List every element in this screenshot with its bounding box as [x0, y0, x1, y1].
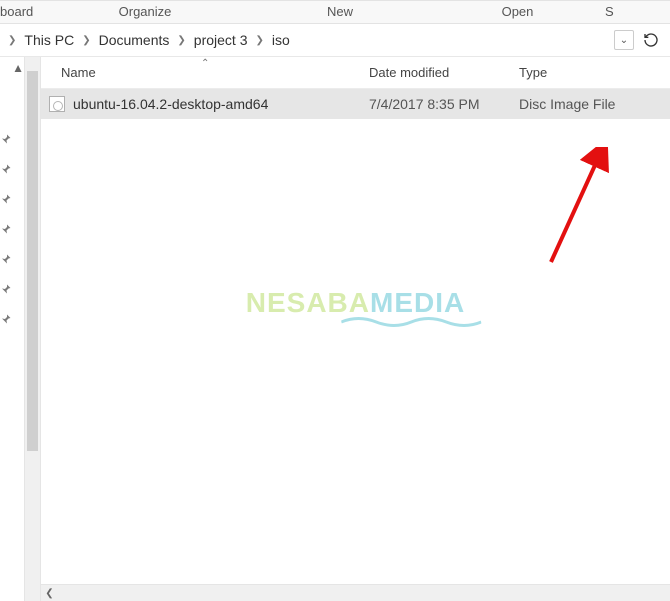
ribbon-tab-clipboard[interactable]: board — [0, 1, 40, 23]
scroll-left-icon[interactable]: ❮ — [41, 585, 58, 601]
file-name: ubuntu-16.04.2-desktop-amd64 — [73, 96, 268, 112]
breadcrumb-documents[interactable]: Documents — [97, 32, 172, 48]
column-header-date[interactable]: Date modified — [361, 57, 511, 88]
pin-icon — [0, 131, 14, 147]
chevron-right-icon: ❯ — [171, 35, 191, 46]
navigation-pane[interactable]: ▲ — [0, 57, 24, 601]
ribbon-tab-organize[interactable]: Organize — [40, 1, 250, 23]
pin-icon — [0, 251, 14, 267]
pin-icon — [0, 221, 14, 237]
address-history-dropdown[interactable]: ⌄ — [614, 30, 634, 50]
ribbon-tab-open[interactable]: Open — [430, 1, 605, 23]
sort-ascending-icon: ⌃ — [201, 58, 209, 69]
scrollbar-track[interactable] — [58, 585, 670, 601]
watermark: NESABAMEDIA — [246, 287, 465, 319]
pin-icon — [0, 281, 14, 297]
wave-icon — [342, 315, 482, 329]
scrollbar-thumb[interactable] — [27, 71, 38, 451]
watermark-text: NESABA — [246, 287, 370, 318]
file-type: Disc Image File — [511, 96, 670, 112]
file-row[interactable]: ubuntu-16.04.2-desktop-amd64 7/4/2017 8:… — [41, 89, 670, 119]
column-header-type[interactable]: Type — [511, 57, 670, 88]
ribbon-tabs: board Organize New Open S — [0, 0, 670, 24]
column-header-name[interactable]: Name ⌃ — [41, 57, 361, 88]
address-bar[interactable]: ❯ This PC ❯ Documents ❯ project 3 ❯ iso … — [0, 24, 670, 57]
scroll-up-icon[interactable]: ▲ — [12, 61, 24, 75]
refresh-button[interactable] — [638, 27, 664, 53]
annotation-arrow — [541, 147, 621, 267]
chevron-right-icon: ❯ — [2, 35, 22, 46]
column-headers: Name ⌃ Date modified Type — [41, 57, 670, 89]
breadcrumb-this-pc[interactable]: This PC — [22, 32, 76, 48]
pin-icon — [0, 161, 14, 177]
file-list[interactable]: Name ⌃ Date modified Type ubuntu-16.04.2… — [41, 57, 670, 601]
chevron-right-icon: ❯ — [76, 35, 96, 46]
horizontal-scrollbar[interactable]: ❮ — [41, 584, 670, 601]
watermark-text: MEDIA — [370, 287, 465, 318]
chevron-right-icon: ❯ — [249, 35, 269, 46]
pin-icon — [0, 311, 14, 327]
column-label: Date modified — [369, 65, 449, 80]
breadcrumb-project3[interactable]: project 3 — [192, 32, 250, 48]
column-label: Name — [61, 65, 96, 80]
ribbon-tab-new[interactable]: New — [250, 1, 430, 23]
file-date: 7/4/2017 8:35 PM — [361, 96, 511, 112]
nav-scrollbar[interactable] — [24, 57, 41, 601]
disc-image-icon — [49, 96, 65, 112]
breadcrumb-iso[interactable]: iso — [270, 32, 292, 48]
ribbon-tab-select[interactable]: S — [605, 1, 670, 23]
column-label: Type — [519, 65, 547, 80]
pin-icon — [0, 191, 14, 207]
